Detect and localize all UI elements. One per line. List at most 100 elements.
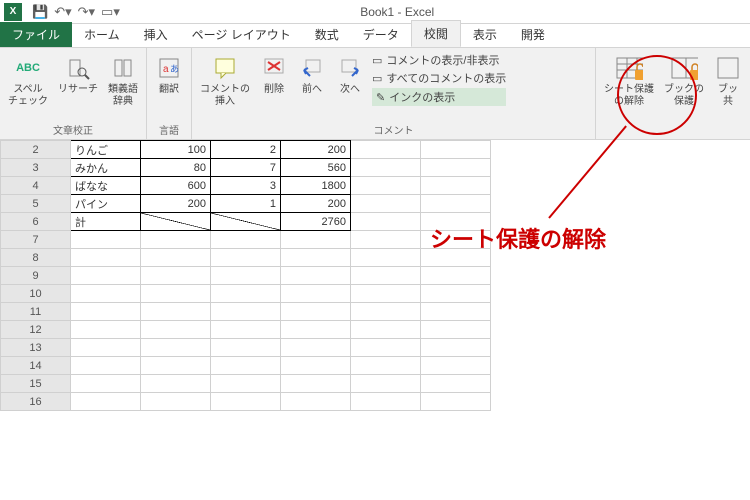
cell[interactable]: 1 <box>211 195 281 213</box>
row-header[interactable]: 7 <box>1 231 71 249</box>
cell[interactable] <box>211 231 281 249</box>
cell[interactable] <box>351 249 421 267</box>
cell[interactable]: みかん <box>71 159 141 177</box>
cell[interactable]: 200 <box>281 141 351 159</box>
row-header[interactable]: 8 <box>1 249 71 267</box>
cell[interactable] <box>71 231 141 249</box>
cell[interactable] <box>421 141 491 159</box>
cell[interactable] <box>351 141 421 159</box>
row-header[interactable]: 6 <box>1 213 71 231</box>
cell[interactable] <box>71 339 141 357</box>
cell[interactable]: 80 <box>141 159 211 177</box>
cell[interactable] <box>141 375 211 393</box>
cell[interactable] <box>351 267 421 285</box>
cell[interactable] <box>211 393 281 411</box>
cell[interactable]: 2760 <box>281 213 351 231</box>
cell[interactable] <box>141 267 211 285</box>
row-header[interactable]: 10 <box>1 285 71 303</box>
cell[interactable] <box>351 321 421 339</box>
cell[interactable] <box>71 285 141 303</box>
cell[interactable] <box>281 285 351 303</box>
cell[interactable]: 計 <box>71 213 141 231</box>
cell[interactable] <box>281 303 351 321</box>
cell[interactable] <box>351 285 421 303</box>
cell[interactable]: 3 <box>211 177 281 195</box>
cell[interactable] <box>211 249 281 267</box>
undo-icon[interactable]: ↶▾ <box>54 4 71 20</box>
row-header[interactable]: 2 <box>1 141 71 159</box>
worksheet-grid[interactable]: 2りんご10022003みかん8075604ばなな600318005パイン200… <box>0 140 750 411</box>
cell[interactable] <box>71 357 141 375</box>
row-header[interactable]: 11 <box>1 303 71 321</box>
cell[interactable] <box>141 357 211 375</box>
cell[interactable] <box>71 249 141 267</box>
tab-view[interactable]: 表示 <box>461 22 509 47</box>
cell[interactable] <box>351 303 421 321</box>
row-header[interactable]: 3 <box>1 159 71 177</box>
cell[interactable] <box>421 267 491 285</box>
cell[interactable] <box>141 393 211 411</box>
cell[interactable]: 200 <box>141 195 211 213</box>
new-file-icon[interactable]: ▭▾ <box>101 4 120 20</box>
cell[interactable]: 200 <box>281 195 351 213</box>
cell[interactable] <box>351 231 421 249</box>
cell[interactable] <box>421 159 491 177</box>
cell[interactable] <box>211 303 281 321</box>
row-header[interactable]: 14 <box>1 357 71 375</box>
row-header[interactable]: 12 <box>1 321 71 339</box>
cell[interactable] <box>351 375 421 393</box>
cell[interactable]: パイン <box>71 195 141 213</box>
cell[interactable]: 1800 <box>281 177 351 195</box>
translate-button[interactable]: aあ 翻訳 <box>153 52 185 98</box>
cell[interactable] <box>421 393 491 411</box>
row-header[interactable]: 13 <box>1 339 71 357</box>
cell[interactable] <box>421 285 491 303</box>
cell[interactable] <box>141 339 211 357</box>
cell[interactable] <box>281 375 351 393</box>
redo-icon[interactable]: ↷▾ <box>78 4 95 20</box>
tab-file[interactable]: ファイル <box>0 22 72 47</box>
cell[interactable] <box>421 231 491 249</box>
cell[interactable] <box>351 195 421 213</box>
cell[interactable]: 2 <box>211 141 281 159</box>
cell[interactable] <box>211 339 281 357</box>
tab-pagelayout[interactable]: ページ レイアウト <box>180 22 303 47</box>
row-header[interactable]: 9 <box>1 267 71 285</box>
cell[interactable] <box>141 249 211 267</box>
cell[interactable] <box>141 213 211 231</box>
cell[interactable] <box>421 249 491 267</box>
cell[interactable] <box>211 321 281 339</box>
cell[interactable] <box>71 267 141 285</box>
cell[interactable]: 560 <box>281 159 351 177</box>
show-all-comments-button[interactable]: ▭すべてのコメントの表示 <box>372 70 506 86</box>
cell[interactable] <box>281 321 351 339</box>
show-ink-button[interactable]: ✎インクの表示 <box>372 88 506 106</box>
cell[interactable] <box>281 267 351 285</box>
show-hide-comment-button[interactable]: ▭コメントの表示/非表示 <box>372 52 506 68</box>
cell[interactable] <box>351 159 421 177</box>
cell[interactable] <box>281 393 351 411</box>
tab-formulas[interactable]: 数式 <box>303 22 351 47</box>
cell[interactable] <box>351 339 421 357</box>
cell[interactable] <box>351 357 421 375</box>
protect-workbook-button[interactable]: ブックの 保護 <box>662 52 706 110</box>
cell[interactable]: 600 <box>141 177 211 195</box>
cell[interactable] <box>281 249 351 267</box>
cell[interactable] <box>421 303 491 321</box>
row-header[interactable]: 5 <box>1 195 71 213</box>
cell[interactable] <box>71 375 141 393</box>
delete-comment-button[interactable]: 削除 <box>258 52 290 98</box>
tab-review[interactable]: 校閲 <box>411 20 461 47</box>
cell[interactable] <box>211 357 281 375</box>
cell[interactable] <box>71 393 141 411</box>
cell[interactable] <box>141 303 211 321</box>
cell[interactable]: 100 <box>141 141 211 159</box>
cell[interactable] <box>281 339 351 357</box>
cell[interactable] <box>421 213 491 231</box>
tab-data[interactable]: データ <box>351 22 411 47</box>
cell[interactable]: りんご <box>71 141 141 159</box>
cell[interactable] <box>351 213 421 231</box>
cell[interactable] <box>351 177 421 195</box>
unprotect-sheet-button[interactable]: シート保護 の解除 <box>602 52 656 110</box>
spelling-button[interactable]: ABC スペル チェック <box>6 52 50 110</box>
